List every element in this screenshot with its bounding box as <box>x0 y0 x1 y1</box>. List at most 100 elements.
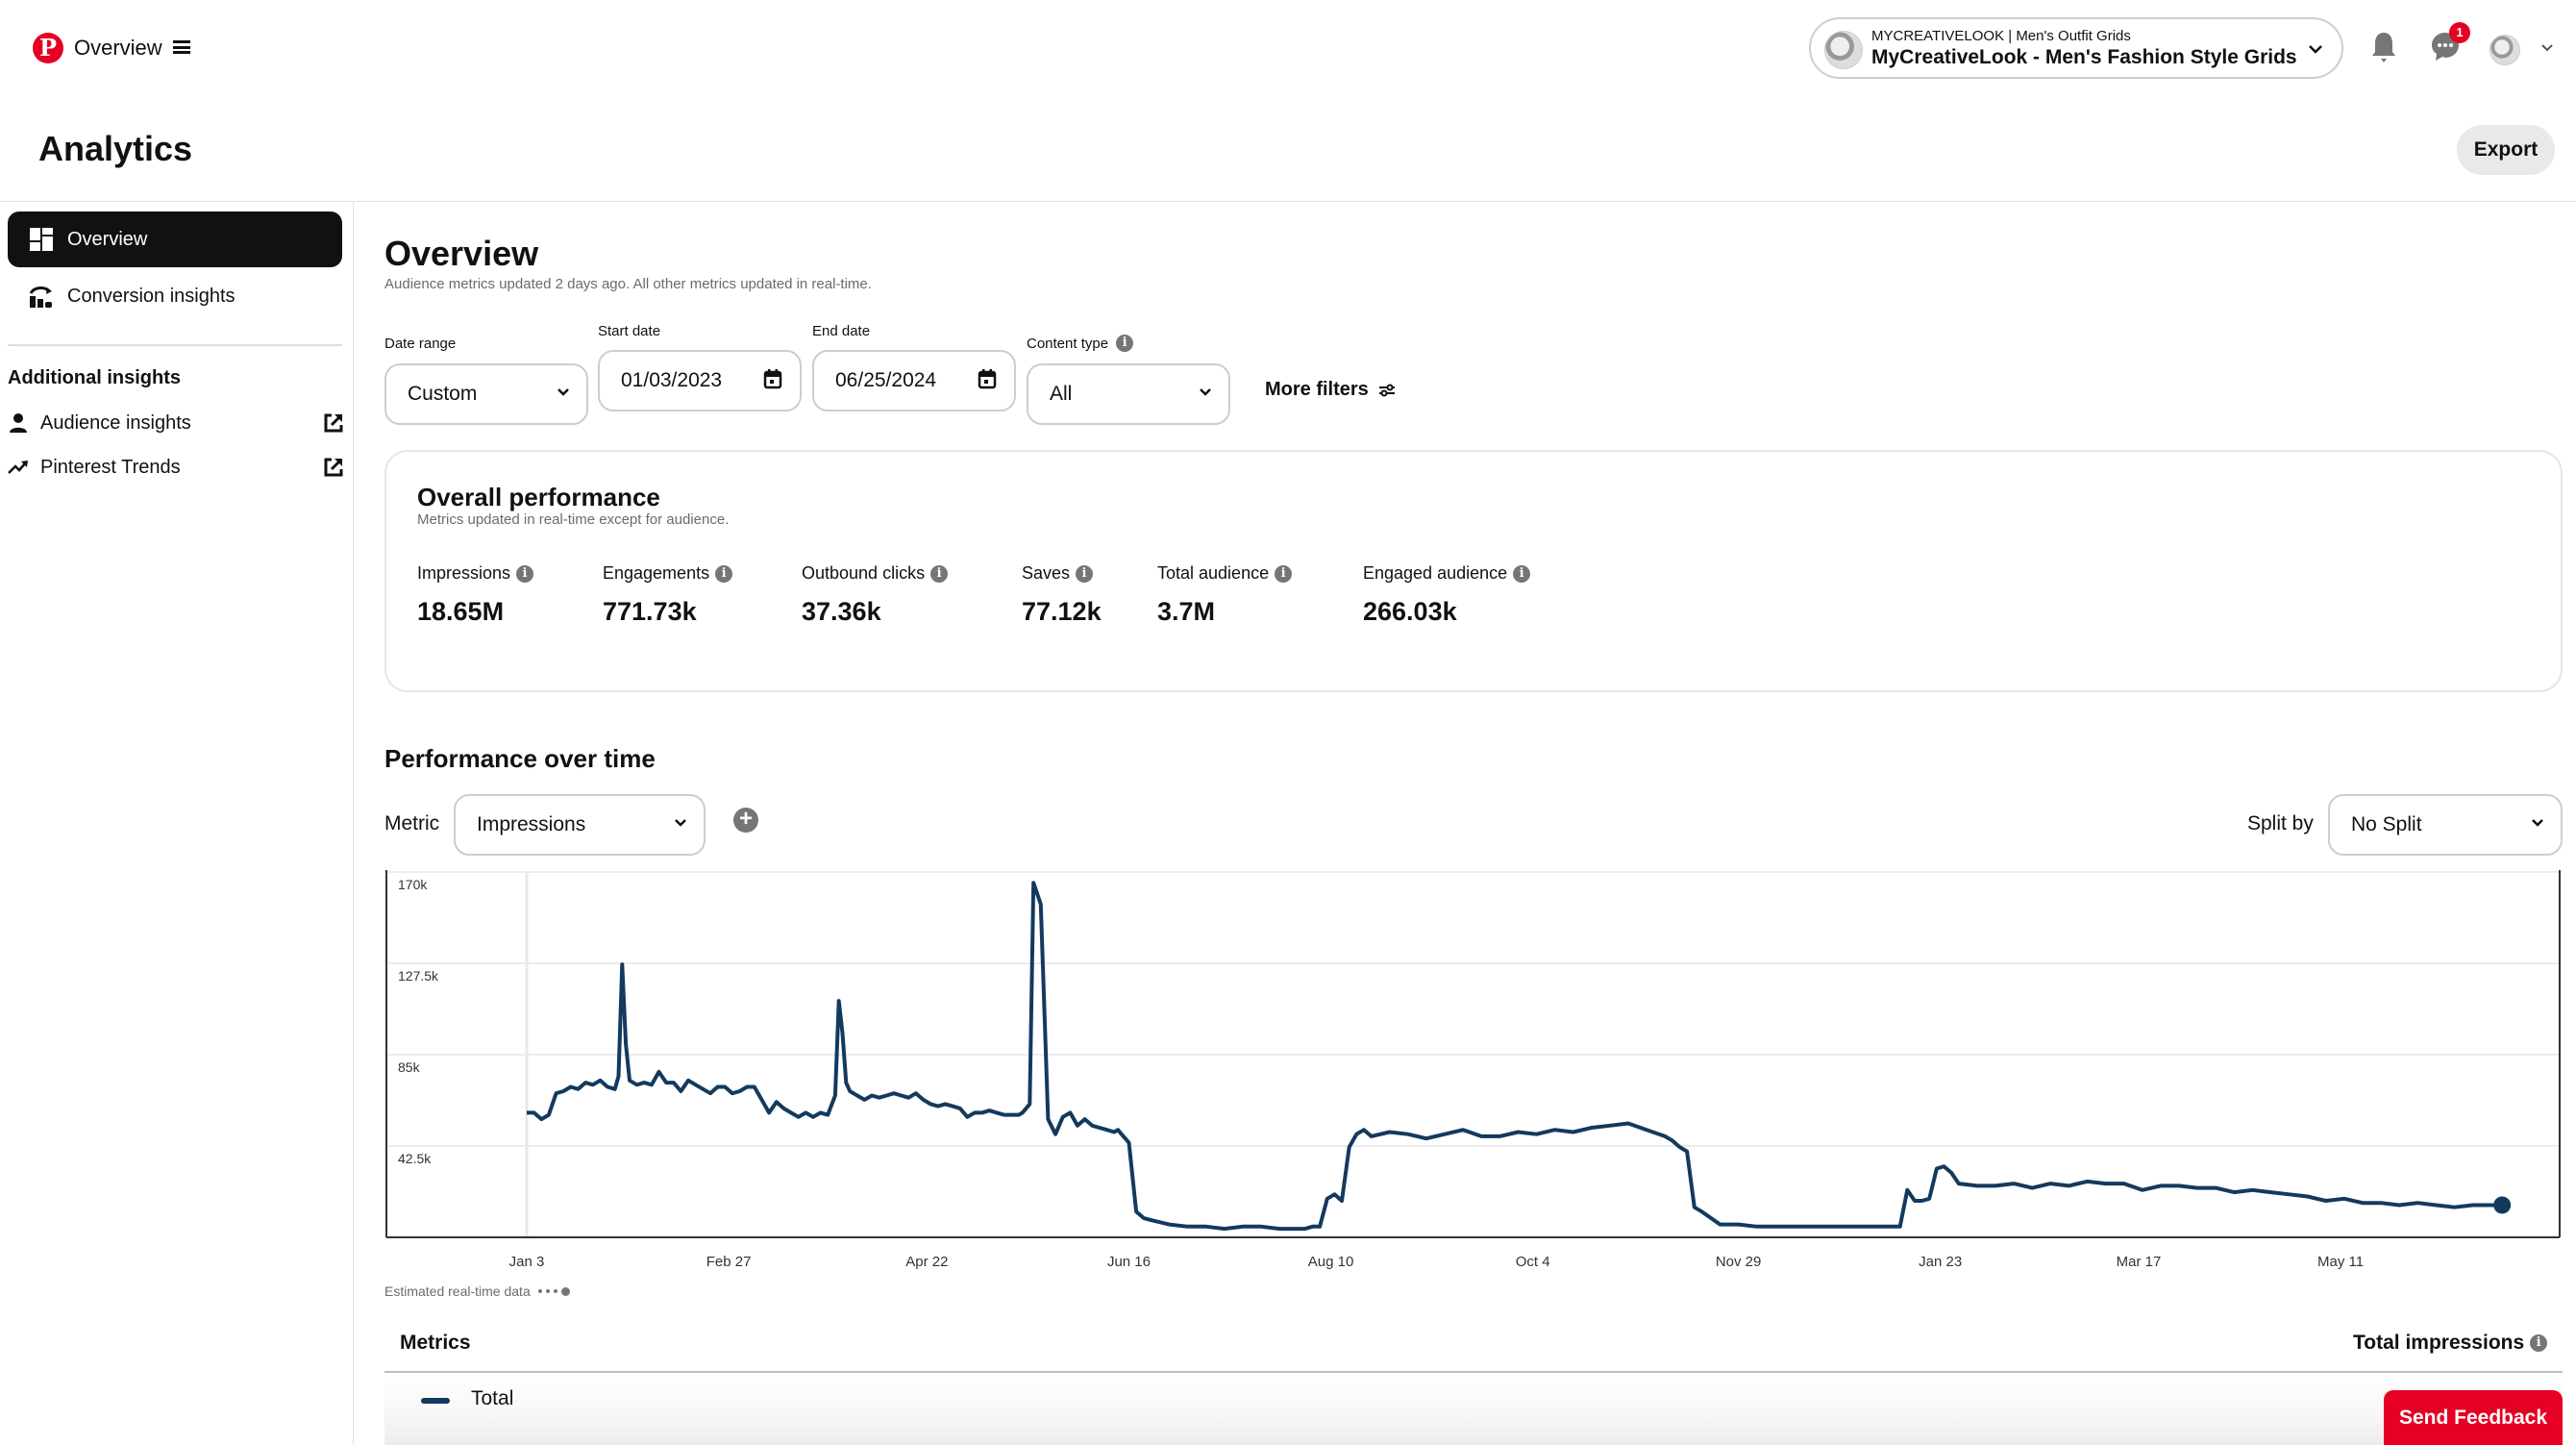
sidebar-item-conversion-insights[interactable]: Conversion insights <box>8 268 342 324</box>
nav-title[interactable]: Overview <box>74 33 162 63</box>
sidebar-divider <box>353 202 354 1445</box>
split-by-label: Split by <box>2247 812 2314 835</box>
info-icon[interactable]: i <box>516 564 534 583</box>
content-type-select[interactable]: All <box>1027 363 1230 425</box>
performance-over-time-title: Performance over time <box>384 744 656 773</box>
more-filters-button[interactable]: More filters <box>1265 379 1396 401</box>
metric-saves: Saves i 77.12k <box>1022 563 1102 627</box>
sliders-icon <box>1378 384 1395 396</box>
info-icon[interactable]: i <box>1116 335 1134 352</box>
bell-icon[interactable] <box>2370 31 2397 63</box>
export-button[interactable]: Export <box>2457 125 2555 175</box>
info-icon[interactable]: i <box>930 564 949 583</box>
metric-value: 3.7M <box>1157 597 1216 626</box>
account-name: MyCreativeLook - Men's Fashion Style Gri… <box>1871 46 2297 68</box>
metric-label: Engagements <box>603 563 710 583</box>
estimated-data-label: Estimated real-time data <box>384 1283 531 1299</box>
metric-engagements: Engagements i 771.73k <box>603 563 733 627</box>
end-date-input[interactable]: 06/25/2024 <box>812 350 1016 411</box>
series-end-point <box>2493 1196 2512 1214</box>
info-icon[interactable]: i <box>2530 1334 2548 1352</box>
calendar-icon[interactable] <box>978 368 997 389</box>
y-axis-ticks: 170k 127.5k 85k 42.5k <box>398 877 439 1166</box>
conversion-icon <box>29 287 52 308</box>
metric-select[interactable]: Impressions <box>454 794 706 856</box>
info-icon[interactable]: i <box>1513 564 1531 583</box>
notification-badge: 1 <box>2449 22 2470 43</box>
send-feedback-button[interactable]: Send Feedback <box>2384 1390 2563 1445</box>
y-tick-label: 85k <box>398 1059 421 1075</box>
calendar-icon[interactable] <box>763 368 782 389</box>
metric-value: 77.12k <box>1022 597 1102 626</box>
sidebar-item-label: Audience insights <box>40 411 191 434</box>
chart-series <box>527 881 2512 1232</box>
chart-axes <box>385 870 2561 1238</box>
sidebar-item-label: Conversion insights <box>67 285 235 307</box>
y-tick-label: 42.5k <box>398 1151 432 1166</box>
x-tick-label: Aug 10 <box>1308 1254 1354 1270</box>
account-avatar <box>1824 31 1863 69</box>
sidebar-item-pinterest-trends[interactable]: Pinterest Trends <box>8 448 344 486</box>
metric-select-value: Impressions <box>477 813 586 835</box>
end-date-label: End date <box>812 323 871 339</box>
chevron-down-icon <box>1200 388 1211 396</box>
total-impressions-header: Total impressions i <box>2353 1332 2548 1355</box>
chevron-down-icon <box>2309 45 2322 54</box>
split-by-select[interactable]: No Split <box>2328 794 2563 856</box>
chevron-down-icon <box>2532 819 2543 827</box>
overall-performance-card: Overall performance Metrics updated in r… <box>384 450 2563 692</box>
x-tick-label: Oct 4 <box>1516 1254 1550 1270</box>
estimated-data-legend-icon <box>537 1286 570 1296</box>
add-metric-button[interactable]: + <box>733 808 758 833</box>
metric-select-label: Metric <box>384 812 440 835</box>
metric-total-audience: Total audience i 3.7M <box>1157 563 1293 627</box>
overall-performance-title: Overall performance <box>417 483 660 511</box>
chevron-down-icon <box>557 388 569 396</box>
x-tick-label: Jun 16 <box>1107 1254 1151 1270</box>
metric-label: Outbound clicks <box>802 563 926 583</box>
chevron-down-icon <box>675 819 686 827</box>
header-divider <box>0 201 2576 202</box>
trend-icon <box>8 461 28 474</box>
metric-outbound-clicks: Outbound clicks i 37.36k <box>802 563 949 627</box>
series-label: Total <box>471 1387 514 1409</box>
overview-title: Overview <box>384 234 539 273</box>
metric-label: Saves <box>1022 563 1071 583</box>
end-date-value: 06/25/2024 <box>835 369 937 391</box>
sidebar-item-overview[interactable]: Overview <box>8 212 342 267</box>
table-row <box>384 1373 2563 1445</box>
menu-icon[interactable] <box>173 40 190 54</box>
chart-grid <box>386 871 2560 1237</box>
date-range-label: Date range <box>384 336 457 352</box>
x-axis-ticks: Jan 3 Feb 27 Apr 22 Jun 16 Aug 10 Oct 4 Nov 29… <box>509 1254 2364 1270</box>
x-tick-label: Jan 23 <box>1919 1254 1962 1270</box>
content-type-label-wrap: Content type i <box>1027 335 1134 352</box>
start-date-label: Start date <box>598 323 661 339</box>
metric-value: 37.36k <box>802 597 881 626</box>
person-icon <box>10 413 27 433</box>
account-switcher[interactable]: MYCREATIVELOOK | Men's Outfit Grids MyCr… <box>1809 17 2343 79</box>
y-tick-label: 127.5k <box>398 968 439 984</box>
x-tick-label: Feb 27 <box>706 1254 752 1270</box>
estimated-data-note: Estimated real-time data <box>384 1283 570 1299</box>
pinterest-logo-icon[interactable]: P <box>33 33 63 63</box>
info-icon[interactable]: i <box>715 564 733 583</box>
chevron-down-icon[interactable] <box>2539 40 2555 56</box>
user-avatar[interactable] <box>2489 35 2520 65</box>
date-range-select[interactable]: Custom <box>384 363 588 425</box>
content-type-value: All <box>1050 383 1073 405</box>
overview-subtitle: Audience metrics updated 2 days ago. All… <box>384 276 872 292</box>
info-icon[interactable]: i <box>1076 564 1094 583</box>
metric-label: Engaged audience <box>1363 563 1508 583</box>
split-by-value: No Split <box>2351 813 2422 835</box>
info-icon[interactable]: i <box>1275 564 1293 583</box>
metrics-column-header: Metrics <box>400 1332 471 1354</box>
sidebar-section-divider <box>8 344 342 346</box>
account-handle: MYCREATIVELOOK | Men's Outfit Grids <box>1871 28 2131 44</box>
more-filters-label: More filters <box>1265 379 1369 400</box>
start-date-input[interactable]: 01/03/2023 <box>598 350 802 411</box>
metric-impressions: Impressions i 18.65M <box>417 563 534 627</box>
sidebar-item-audience-insights[interactable]: Audience insights <box>8 404 344 442</box>
sidebar-item-label: Overview <box>67 228 148 250</box>
impressions-line-chart: 170k 127.5k 85k 42.5k Jan 3 Feb 27 Apr 22 Jun … <box>385 870 2561 1270</box>
